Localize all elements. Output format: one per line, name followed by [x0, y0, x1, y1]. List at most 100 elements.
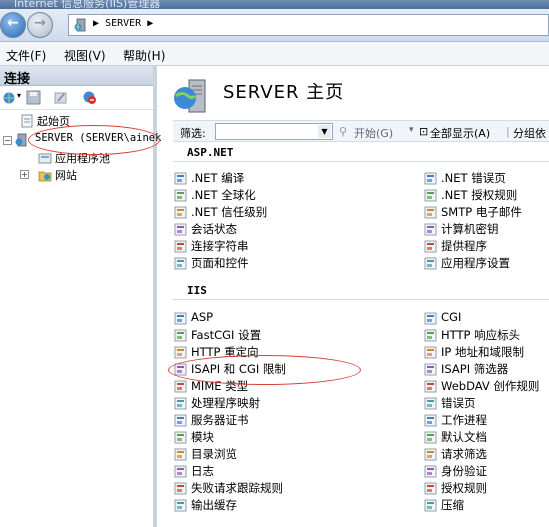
menu-file[interactable]: 文件(F) [6, 47, 46, 64]
feature-label: HTTP 响应标头 [441, 328, 521, 342]
feature-failed-request-tracing[interactable]: 失败请求跟踪规则 [174, 480, 414, 496]
feature-error-pages[interactable]: 错误页 [424, 395, 549, 411]
webdav-icon [424, 380, 437, 393]
feature-app-settings[interactable]: 应用程序设置 [424, 255, 549, 271]
fastcgi-icon [174, 329, 187, 342]
feature-label: .NET 错误页 [441, 171, 506, 185]
feature-http-response-headers[interactable]: HTTP 响应标头 [424, 327, 549, 343]
menu-help[interactable]: 帮助(H) [123, 47, 165, 64]
cgi-icon [424, 312, 437, 325]
feature-label: 模块 [191, 430, 214, 444]
disconnect-icon[interactable] [82, 90, 97, 105]
back-button[interactable]: ← [0, 12, 26, 38]
feature-error-page[interactable]: .NET 错误页 [424, 170, 549, 186]
feature-directory-browsing[interactable]: 目录浏览 [174, 446, 414, 462]
tree-start-page[interactable]: 起始页 [20, 113, 130, 128]
providers-icon [424, 240, 437, 253]
feature-connection-string[interactable]: 连接字符串 [174, 238, 414, 254]
address-bar[interactable]: ▶ SERVER ▶ [68, 14, 549, 36]
feature-globe[interactable]: .NET 全球化 [174, 187, 414, 203]
server-collapse-toggle[interactable]: − [3, 136, 12, 145]
feature-label: 请求筛选 [441, 447, 487, 461]
feature-session-state[interactable]: 会话状态 [174, 221, 414, 237]
app-pools-icon [38, 153, 52, 164]
feature-machine-key[interactable]: 计算机密钥 [424, 221, 549, 237]
start-dropdown-icon[interactable]: ▾ [409, 125, 414, 135]
feature-fastcgi[interactable]: FastCGI 设置 [174, 327, 414, 343]
feature-label: 错误页 [441, 396, 476, 410]
start-filter-button[interactable]: 开始(G) [354, 125, 393, 141]
edit-icon[interactable] [53, 90, 68, 105]
connection-string-icon [174, 240, 187, 253]
connect-dropdown-icon[interactable]: ▾ [17, 91, 21, 100]
feature-modules[interactable]: 模块 [174, 429, 414, 445]
mime-types-icon [174, 380, 187, 393]
menu-view[interactable]: 视图(V) [64, 47, 106, 64]
connections-header: 连接 [0, 66, 153, 87]
feature-compression[interactable]: 压缩 [424, 497, 549, 513]
filter-input[interactable]: ▼ [215, 123, 333, 140]
connections-toolbar: ▾ [0, 86, 153, 110]
main-pane: SERVER 主页 筛选: ▼ ⚲ 开始(G) ▾ ⊡ 全部显示(A) | 分组… [161, 66, 549, 527]
isapi-cgi-restrictions-icon [174, 363, 187, 376]
feature-label: 处理程序映射 [191, 396, 260, 410]
feature-label: .NET 信任级别 [191, 205, 268, 219]
feature-cgi[interactable]: CGI [424, 310, 549, 326]
http-redirect-icon [174, 346, 187, 359]
feature-request-filtering[interactable]: 请求筛选 [424, 446, 549, 462]
sites-expand-toggle[interactable]: + [20, 170, 29, 179]
feature-smtp[interactable]: SMTP 电子邮件 [424, 204, 549, 220]
forward-button[interactable]: → [27, 12, 53, 38]
server-icon [15, 133, 27, 147]
feature-label: ISAPI 和 CGI 限制 [191, 362, 286, 376]
feature-providers[interactable]: 提供程序 [424, 238, 549, 254]
feature-dotnet-compile[interactable]: .NET 编译 [174, 170, 414, 186]
feature-authorization-rules[interactable]: 授权规则 [424, 480, 549, 496]
show-all-button[interactable]: 全部显示(A) [430, 125, 490, 141]
asp-icon [174, 312, 187, 325]
tree-sites[interactable]: 网站 [38, 167, 118, 182]
output-caching-icon [174, 499, 187, 512]
feature-label: CGI [441, 310, 462, 324]
feature-worker-processes[interactable]: 工作进程 [424, 412, 549, 428]
feature-trust-level[interactable]: .NET 信任级别 [174, 204, 414, 220]
feature-mime-types[interactable]: MIME 类型 [174, 378, 414, 394]
tree-server[interactable]: SERVER (SERVER\aineke [14, 132, 168, 147]
isapi-filters-icon [424, 363, 437, 376]
save-icon[interactable] [26, 90, 41, 105]
feature-handler-mappings[interactable]: 处理程序映射 [174, 395, 414, 411]
server-home-icon [174, 79, 206, 113]
feature-asp[interactable]: ASP [174, 310, 414, 326]
binoculars-icon: ⚲ [339, 125, 348, 138]
feature-pages-controls[interactable]: 页面和控件 [174, 255, 414, 271]
feature-logging[interactable]: 日志 [174, 463, 414, 479]
feature-webdav[interactable]: WebDAV 创作规则 [424, 378, 549, 394]
feature-output-caching[interactable]: 输出缓存 [174, 497, 414, 513]
feature-default-document[interactable]: 默认文档 [424, 429, 549, 445]
feature-label: .NET 编译 [191, 171, 245, 185]
feature-isapi-filters[interactable]: ISAPI 筛选器 [424, 361, 549, 377]
tree-label: 网站 [55, 169, 77, 182]
worker-processes-icon [424, 414, 437, 427]
compression-icon [424, 499, 437, 512]
feature-authentication[interactable]: 身份验证 [424, 463, 549, 479]
feature-label: SMTP 电子邮件 [441, 205, 522, 219]
feature-http-redirect[interactable]: HTTP 重定向 [174, 344, 414, 360]
tree-app-pools[interactable]: 应用程序池 [38, 150, 143, 165]
group-by-button[interactable]: 分组依 [513, 125, 546, 141]
feature-isapi-cgi-restrictions[interactable]: ISAPI 和 CGI 限制 [174, 361, 414, 377]
feature-authorization[interactable]: .NET 授权规则 [424, 187, 549, 203]
chevron-down-icon[interactable]: ▼ [318, 125, 331, 138]
feature-server-certificates[interactable]: 服务器证书 [174, 412, 414, 428]
feature-label: IP 地址和域限制 [441, 345, 524, 359]
failed-request-tracing-icon [174, 482, 187, 495]
feature-label: 计算机密钥 [441, 222, 499, 236]
tree-label: 应用程序池 [55, 152, 110, 165]
feature-label: 身份验证 [441, 464, 487, 478]
address-path: ▶ SERVER ▶ [93, 18, 154, 29]
dotnet-compile-icon [174, 172, 187, 185]
connect-globe-icon[interactable] [2, 90, 17, 105]
address-server-crumb[interactable]: SERVER [105, 18, 141, 29]
feature-ip-domain-restrictions[interactable]: IP 地址和域限制 [424, 344, 549, 360]
feature-label: 压缩 [441, 498, 464, 512]
